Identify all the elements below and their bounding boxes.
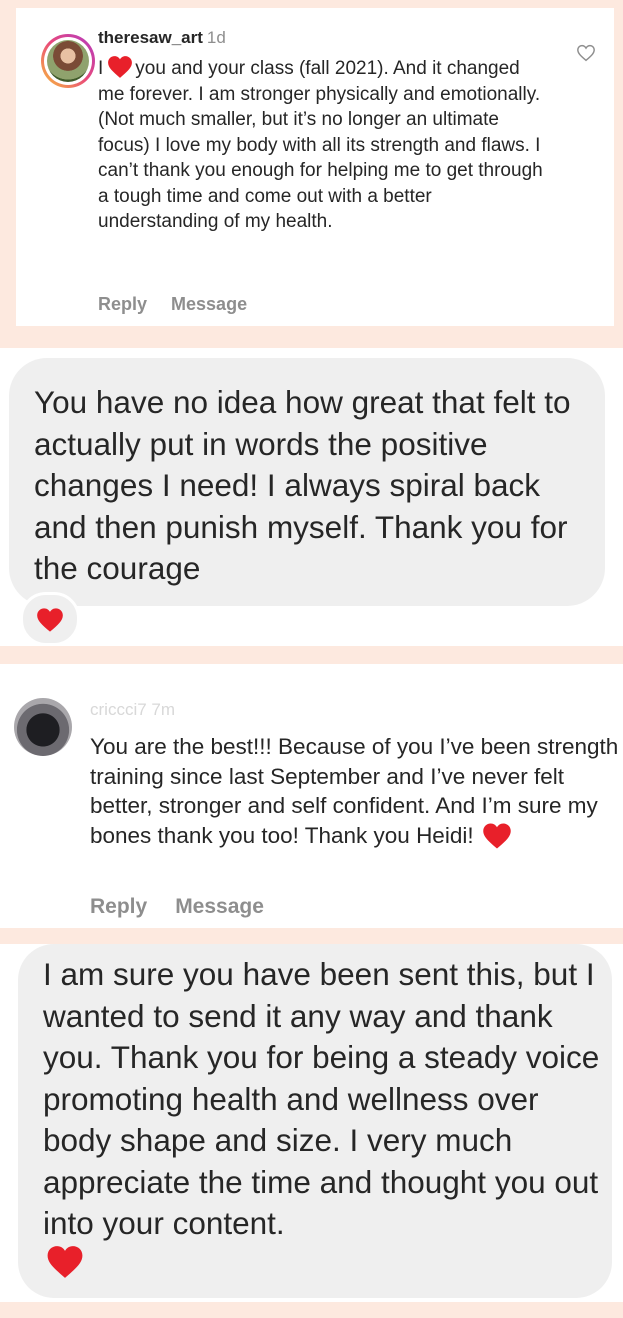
comment-text-content: You are the best!!! Because of you I’ve … <box>90 734 619 848</box>
message-card-2: I am sure you have been sent this, but I… <box>0 944 623 1302</box>
message-button[interactable]: Message <box>175 895 264 918</box>
comment-actions: Reply Message <box>98 294 271 315</box>
message-bubble[interactable]: I am sure you have been sent this, but I… <box>18 944 612 1298</box>
heart-outline-icon[interactable] <box>576 44 596 62</box>
comment-text: You are the best!!! Because of you I’ve … <box>90 732 620 850</box>
reply-button[interactable]: Reply <box>98 294 147 314</box>
comment-text-start: I <box>98 58 104 79</box>
username-text[interactable]: theresaw_art <box>98 28 203 47</box>
message-card-1: You have no idea how great that felt to … <box>0 348 623 646</box>
avatar[interactable] <box>14 698 72 756</box>
message-button[interactable]: Message <box>171 294 247 314</box>
comment-actions: Reply Message <box>90 895 292 919</box>
message-bubble[interactable]: You have no idea how great that felt to … <box>9 358 605 606</box>
reply-button[interactable]: Reply <box>90 895 147 918</box>
comment-text-rest: you and your class (fall 2021). And it c… <box>98 58 543 232</box>
red-heart-icon <box>482 822 512 850</box>
comment-username[interactable]: criccci7 7m <box>90 700 175 720</box>
reaction-badge[interactable] <box>20 592 80 646</box>
message-text: I am sure you have been sent this, but I… <box>43 956 600 1241</box>
avatar[interactable] <box>41 34 95 88</box>
red-heart-icon <box>46 1244 84 1280</box>
comment-username[interactable]: theresaw_art 1d <box>98 28 226 48</box>
red-heart-icon <box>107 55 133 79</box>
comment-card-1: theresaw_art 1d Iyou and your class (fall… <box>16 8 614 326</box>
comment-text: Iyou and your class (fall 2021). And it … <box>98 55 548 235</box>
red-heart-icon <box>36 607 64 633</box>
comment-time: 1d <box>206 28 226 47</box>
message-text: You have no idea how great that felt to … <box>34 384 571 586</box>
comment-card-2: criccci7 7m You are the best!!! Because … <box>0 664 623 928</box>
